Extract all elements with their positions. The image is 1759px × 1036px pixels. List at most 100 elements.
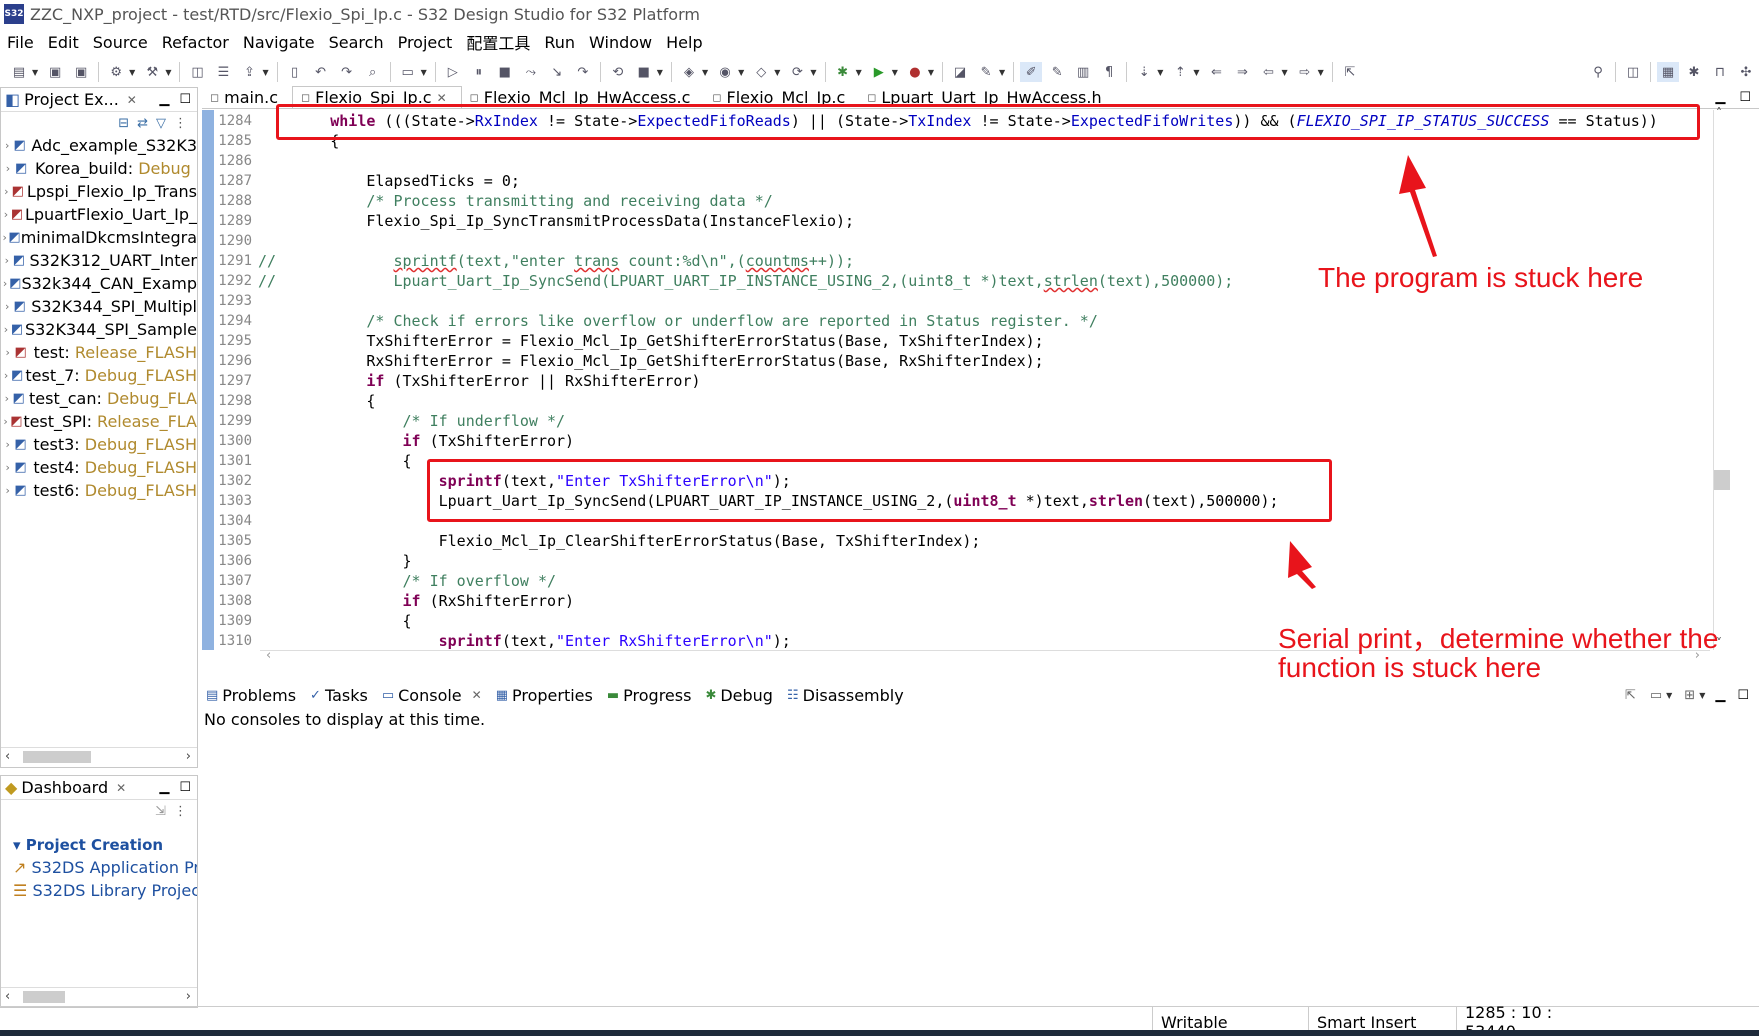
- scroll-left-icon[interactable]: ‹: [5, 989, 10, 1004]
- tab-progress[interactable]: ▬ Progress: [603, 686, 702, 705]
- new-library-project-link[interactable]: ☰ S32DS Library Project: [1, 877, 197, 900]
- file-icon[interactable]: ▯: [284, 62, 306, 82]
- highlight-icon[interactable]: ✐: [1020, 62, 1043, 82]
- new-application-project-link[interactable]: ↗ S32DS Application Pro: [1, 854, 197, 877]
- collapse-triangle-icon[interactable]: ▾: [13, 836, 21, 854]
- menu-run[interactable]: Run: [537, 33, 582, 52]
- close-icon[interactable]: ✕: [127, 93, 137, 107]
- hardware-perspective-icon[interactable]: ⊓: [1709, 62, 1731, 82]
- minimize-icon[interactable]: ▁: [1715, 90, 1725, 105]
- close-icon[interactable]: ✕: [472, 688, 482, 702]
- tree-item[interactable]: › ◩ S32K344_SPI_Sample: [1, 318, 197, 341]
- open-console-icon[interactable]: ⊞: [1684, 688, 1695, 703]
- step-over-icon[interactable]: ↷: [572, 62, 594, 82]
- resume-icon[interactable]: ▷: [442, 62, 464, 82]
- expand-arrow-icon[interactable]: ›: [1, 438, 14, 451]
- menu-refactor[interactable]: Refactor: [155, 33, 236, 52]
- whitespace-icon[interactable]: ¶: [1098, 62, 1120, 82]
- horizontal-scrollbar[interactable]: ‹ ›: [1, 987, 197, 1005]
- tree-item[interactable]: › ◩ Adc_example_S32K3: [1, 134, 197, 157]
- expand-arrow-icon[interactable]: ›: [1, 461, 14, 474]
- expand-arrow-icon[interactable]: ›: [1, 277, 9, 290]
- export-icon[interactable]: ⇪: [238, 62, 260, 82]
- menu-file[interactable]: File: [0, 33, 41, 52]
- expand-arrow-icon[interactable]: ›: [1, 392, 13, 405]
- new-icon[interactable]: ▤: [8, 62, 30, 82]
- next-annotation-icon[interactable]: ⇣: [1133, 62, 1155, 82]
- forward-icon[interactable]: ⇨: [1294, 62, 1316, 82]
- import-icon[interactable]: ⇲: [155, 804, 166, 819]
- build-hammer-icon[interactable]: ⚒: [141, 62, 163, 82]
- expand-arrow-icon[interactable]: ›: [1, 323, 11, 336]
- library-icon[interactable]: ☰: [212, 62, 234, 82]
- undo-icon[interactable]: ↶: [310, 62, 332, 82]
- editor-vertical-scrollbar[interactable]: ˄ ˅: [1713, 106, 1730, 650]
- minimize-icon[interactable]: ▁: [159, 780, 169, 795]
- scroll-right-icon[interactable]: ›: [186, 749, 191, 764]
- mark-occurrences-icon[interactable]: ✎: [1046, 62, 1068, 82]
- tree-item[interactable]: › ◩ S32K344_SPI_Multipl: [1, 295, 197, 318]
- expand-arrow-icon[interactable]: ›: [1, 369, 11, 382]
- expand-arrow-icon[interactable]: ›: [1, 185, 12, 198]
- tree-item[interactable]: › ◩ test_7: Debug_FLASH: [1, 364, 197, 387]
- expand-arrow-icon[interactable]: ›: [1, 346, 14, 359]
- tree-item[interactable]: › ◩ test_SPI: Release_FLA: [1, 410, 197, 433]
- menu-navigate[interactable]: Navigate: [236, 33, 322, 52]
- menu-source[interactable]: Source: [86, 33, 155, 52]
- tab-properties[interactable]: ▦ Properties: [492, 686, 603, 705]
- scrollbar-thumb[interactable]: [23, 751, 91, 763]
- new-class-icon[interactable]: ◇: [750, 62, 772, 82]
- minimize-icon[interactable]: ▁: [1715, 688, 1725, 703]
- maximize-icon[interactable]: ☐: [179, 780, 191, 795]
- extra-perspective-icon[interactable]: ✣: [1735, 62, 1757, 82]
- tree-item[interactable]: › ◩ S32k344_CAN_Examp: [1, 272, 197, 295]
- open-type-icon[interactable]: ◪: [949, 62, 971, 82]
- dashboard-tab[interactable]: ◆ Dashboard ✕ ▁ ☐: [1, 776, 197, 800]
- pin-icon[interactable]: ✎: [975, 62, 997, 82]
- search-file-icon[interactable]: ⌕: [362, 62, 384, 82]
- tree-item[interactable]: › ◩ Korea_build: Debug: [1, 157, 197, 180]
- maximize-icon[interactable]: ☐: [1739, 90, 1751, 105]
- c-perspective-icon[interactable]: ▦: [1657, 62, 1679, 82]
- last-edit-icon[interactable]: ⇐: [1206, 62, 1228, 82]
- external-tools-icon[interactable]: ●: [904, 62, 926, 82]
- scrollbar-thumb[interactable]: [1714, 470, 1730, 490]
- tree-item[interactable]: › ◩ S32K312_UART_Inter: [1, 249, 197, 272]
- expand-arrow-icon[interactable]: ›: [1, 415, 10, 428]
- tree-item[interactable]: › ◩ Lpspi_Flexio_Ip_Trans: [1, 180, 197, 203]
- tree-item[interactable]: › ◩ minimalDkcmsIntegra: [1, 226, 198, 249]
- tree-item[interactable]: › ◩ test6: Debug_FLASH: [1, 479, 197, 502]
- settings-icon[interactable]: ⚙: [105, 62, 127, 82]
- view-menu-icon[interactable]: ⋮: [174, 116, 187, 131]
- tab-disassembly[interactable]: ☷ Disassembly: [783, 686, 914, 705]
- maximize-icon[interactable]: ☐: [179, 92, 191, 107]
- tree-item[interactable]: › ◩ test3: Debug_FLASH: [1, 433, 197, 456]
- new-folder-icon[interactable]: ◫: [186, 62, 208, 82]
- scrollbar-thumb[interactable]: [23, 991, 65, 1003]
- filter-icon[interactable]: ▽: [156, 116, 166, 131]
- refresh-icon[interactable]: ⟳: [786, 62, 808, 82]
- terminal-icon[interactable]: ▭: [397, 62, 419, 82]
- pin-console-icon[interactable]: ⇱: [1625, 688, 1636, 703]
- expand-arrow-icon[interactable]: ›: [1, 162, 15, 175]
- maximize-icon[interactable]: ☐: [1737, 688, 1749, 703]
- collapse-all-icon[interactable]: ⊟: [118, 116, 129, 131]
- suspend-icon[interactable]: ⏸: [468, 62, 490, 82]
- disconnect-icon[interactable]: ⤳: [520, 62, 542, 82]
- code-editor[interactable]: 1284 while (((State->RxIndex != State->E…: [202, 110, 1712, 650]
- open-perspective-icon[interactable]: ⇱: [1339, 62, 1361, 82]
- expand-arrow-icon[interactable]: ›: [1, 300, 13, 313]
- minimize-icon[interactable]: ▁: [159, 92, 169, 107]
- expand-arrow-icon[interactable]: ›: [1, 231, 8, 244]
- stop-icon[interactable]: ■: [633, 62, 655, 82]
- prev-annotation-icon[interactable]: ⇡: [1169, 62, 1191, 82]
- project-explorer-tab[interactable]: ◧ Project Ex... ✕ ▁ ☐: [1, 88, 197, 112]
- menu-help[interactable]: Help: [659, 33, 709, 52]
- tab-tasks[interactable]: ✓ Tasks: [306, 686, 378, 705]
- close-icon[interactable]: ✕: [116, 781, 126, 795]
- block-select-icon[interactable]: ▥: [1072, 62, 1094, 82]
- tree-item[interactable]: › ◩ test: Release_FLASH: [1, 341, 197, 364]
- scroll-left-icon[interactable]: ‹: [5, 749, 10, 764]
- menu-project[interactable]: Project: [391, 33, 460, 52]
- horizontal-scrollbar[interactable]: ‹ ›: [1, 747, 197, 765]
